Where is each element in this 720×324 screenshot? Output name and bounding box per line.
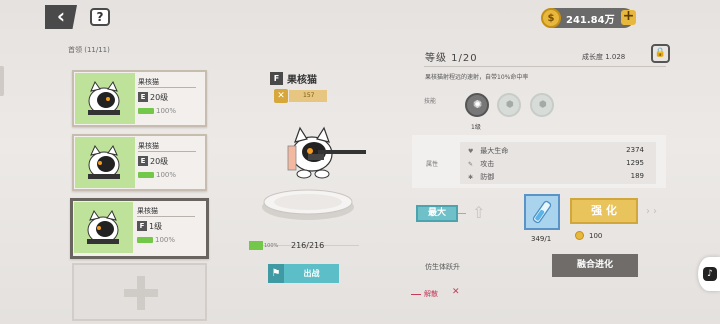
close-icon[interactable]: ✕ — [452, 287, 460, 297]
stat-row: ♥ 最大生命 2374 — [468, 146, 644, 156]
card-level: 20级 — [150, 93, 169, 102]
card-hp: 100% — [155, 236, 176, 244]
plus-icon-vertical — [137, 276, 145, 310]
empty-roster-slot[interactable] — [72, 263, 207, 321]
roster-card-selected[interactable]: 果核猫 F 1级 100% — [70, 198, 209, 259]
coin-icon — [575, 231, 584, 240]
sword-icon: ✎ — [468, 161, 474, 168]
card-name: 果核猫 — [138, 78, 159, 86]
skill-label: 技能 — [424, 98, 437, 105]
item-count: 349/1 — [531, 235, 552, 243]
card-hp: 100% — [156, 171, 177, 179]
max-level-tag: 最大 — [416, 205, 458, 222]
coin-icon: $ — [541, 8, 561, 28]
hp-bar — [138, 172, 154, 178]
divider — [424, 66, 666, 67]
skill-slot-1[interactable]: ✺ — [465, 93, 489, 117]
skill-level: 1级 — [471, 124, 481, 131]
divider — [411, 294, 421, 295]
stat-row: ✱ 防御 189 — [468, 172, 644, 182]
shield-icon: ✱ — [468, 174, 474, 181]
card-divider — [137, 216, 195, 217]
rank-badge: F — [137, 221, 147, 231]
card-divider — [138, 87, 196, 88]
stat-row: ✎ 攻击 1295 — [468, 159, 644, 169]
hero-cat-sprite — [287, 126, 366, 179]
attributes-label: 属性 — [426, 161, 439, 168]
level-title: 等级 1/20 — [425, 53, 478, 64]
dismiss-button[interactable]: 解散 — [424, 289, 438, 299]
upgrade-item-slot[interactable] — [524, 194, 560, 230]
card-hp: 100% — [156, 107, 177, 115]
deploy-button[interactable]: ⚑ 出战 — [268, 264, 339, 283]
flag-icon: ⚑ — [268, 264, 284, 283]
heart-icon: ♥ — [468, 148, 474, 155]
roster-count-label: 首领 (11/11) — [68, 46, 110, 54]
stat-label: 防御 — [480, 173, 495, 181]
cat-avatar-icon — [87, 209, 119, 244]
card-name: 果核猫 — [138, 142, 159, 150]
card-divider — [138, 151, 196, 152]
roster-card[interactable]: 果核猫 E 20级 100% — [72, 134, 207, 191]
enhance-cost: 100 — [589, 232, 603, 240]
card-level: 20级 — [150, 157, 169, 166]
arrow-up-icon: ⇧ — [472, 203, 486, 222]
question-book-icon: ? — [96, 10, 104, 24]
hero-hp-bar — [249, 241, 263, 250]
card-level: 1级 — [149, 222, 163, 231]
chevron-left-icon: ‹ — [56, 4, 66, 28]
hp-bar — [138, 108, 154, 114]
hero-description: 果核猫射程远的速射，自带10%命中率 — [425, 74, 529, 81]
lock-icon: ⬢ — [506, 100, 514, 110]
cat-avatar-icon — [88, 144, 120, 179]
cat-portrait — [75, 73, 135, 124]
cat-portrait — [74, 202, 133, 253]
stat-value: 1295 — [626, 159, 644, 167]
power-icon: ✕ — [274, 89, 288, 103]
divider — [458, 213, 466, 214]
rank-badge: E — [138, 156, 148, 166]
skill-slot-locked[interactable]: ⬢ — [497, 93, 521, 117]
back-button[interactable]: ‹ — [45, 5, 77, 29]
cat-avatar-icon — [88, 80, 120, 115]
hero-hp-value: 216/216 — [291, 241, 325, 250]
hp-bar — [137, 237, 153, 243]
skill-gear-icon: ✺ — [473, 98, 483, 111]
hero-rank-badge: F — [270, 72, 283, 85]
card-name: 果核猫 — [137, 207, 158, 215]
add-currency-button[interactable]: + — [621, 9, 636, 25]
stat-label: 最大生命 — [480, 147, 509, 155]
power-value: 157 — [289, 90, 327, 102]
music-note-icon: ♪ — [703, 267, 717, 281]
merge-evolve-button[interactable]: 融合进化 — [552, 254, 638, 277]
lock-icon: 🔒 — [654, 48, 667, 58]
currency-value: 241.84万 — [566, 15, 615, 26]
chevron-right-icon: › — [646, 206, 650, 217]
skill-slot-locked[interactable]: ⬢ — [530, 93, 554, 117]
evolve-label: 仿生体跃升 — [425, 263, 460, 271]
help-button[interactable]: ? — [90, 8, 110, 26]
chevron-right-icon: › — [653, 206, 657, 217]
side-edge-tab[interactable] — [0, 66, 4, 96]
stat-value: 2374 — [626, 146, 644, 154]
hero-name: 果核猫 — [287, 75, 317, 86]
roster-card[interactable]: 果核猫 E 20级 100% — [72, 70, 207, 127]
growth-label: 成长度 1.028 — [582, 53, 626, 61]
hero-hp-percent: 100% — [264, 243, 279, 249]
lock-button[interactable]: 🔒 — [651, 44, 670, 63]
deploy-label: 出战 — [303, 269, 320, 278]
lock-icon: ⬢ — [539, 100, 547, 110]
stat-value: 189 — [630, 172, 644, 180]
stat-label: 攻击 — [480, 160, 495, 168]
cat-portrait — [75, 137, 135, 188]
hero-pedestal — [262, 189, 354, 220]
enhance-button[interactable]: 强 化 — [570, 198, 638, 224]
rank-badge: E — [138, 92, 148, 102]
